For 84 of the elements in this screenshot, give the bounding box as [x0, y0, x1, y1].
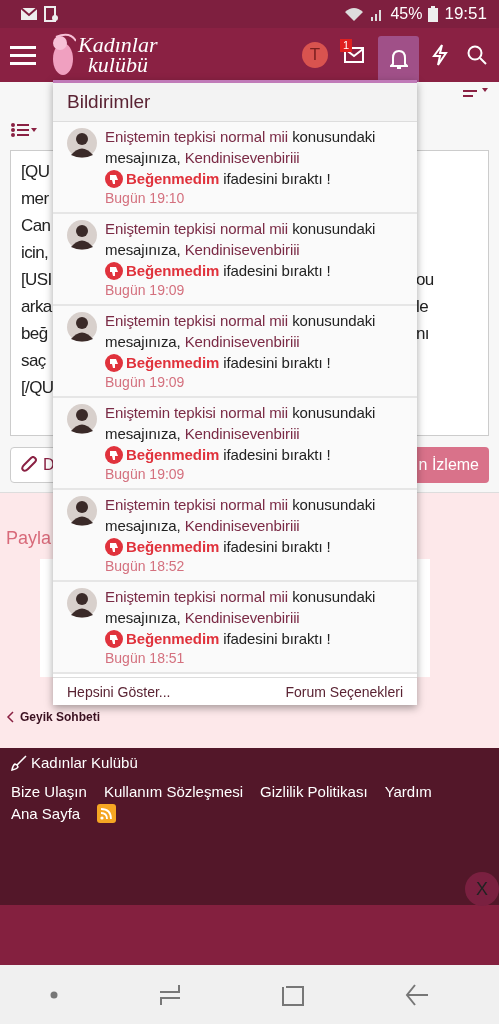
avatar-icon[interactable] [67, 128, 97, 158]
notification-text: Eniştemin tepkisi normal mii konusundaki mesajınıza, Kendinisevenbiriii Beğenmedim ifadesini bıraktı ! [105, 587, 376, 649]
thread-link[interactable]: Eniştemin tepkisi normal mii [105, 220, 289, 237]
battery-percent: 45% [390, 5, 423, 23]
recent-apps-icon[interactable] [159, 983, 182, 1006]
user-link[interactable]: Kendinisevenbiriii [184, 517, 300, 534]
thumbs-down-icon [105, 630, 123, 648]
avatar-icon[interactable] [67, 312, 97, 342]
wifi-icon [344, 6, 365, 22]
editor-text: mer [21, 188, 49, 209]
notification-text: Eniştemin tepkisi normal mii konusundaki mesajınıza, Kendinisevenbiriii Beğenmedim ifadesini bıraktı ! [105, 403, 376, 465]
user-link[interactable]: Kendinisevenbiriii [184, 609, 300, 626]
rss-button[interactable] [97, 804, 117, 823]
thumbs-down-icon [105, 354, 123, 372]
dot-icon[interactable] [50, 990, 59, 999]
menu-icon[interactable] [10, 44, 36, 66]
user-link[interactable]: Kendinisevenbiriii [184, 241, 300, 258]
notification-time: Bugün 19:09 [105, 373, 186, 392]
envelope-icon[interactable] [344, 47, 364, 63]
editor-text: ou [416, 269, 434, 290]
footer-link[interactable]: Yardım [384, 783, 432, 800]
share-heading: Payla [6, 528, 52, 549]
thread-link[interactable]: Eniştemin tepkisi normal mii [105, 128, 289, 145]
notification-time: Bugün 18:52 [105, 557, 186, 576]
user-link[interactable]: Kendinisevenbiriii [184, 333, 300, 350]
avatar-icon[interactable] [67, 404, 97, 434]
footer-link[interactable]: Gizlilik Politikası [260, 783, 368, 800]
avatar-icon[interactable] [67, 496, 97, 526]
user-link[interactable]: Kendinisevenbiriii [184, 425, 300, 442]
show-all-link[interactable]: Hepsini Göster... [67, 684, 171, 700]
thread-link[interactable]: Eniştemin tepkisi normal mii [105, 588, 289, 605]
editor-text: saç [21, 350, 46, 371]
forum-options-link[interactable]: Forum Seçenekleri [285, 684, 403, 700]
logo-figure-icon [50, 33, 76, 77]
clock: 19:51 [444, 4, 487, 24]
brush-icon [11, 754, 27, 771]
bell-icon [389, 49, 408, 69]
thumbs-down-icon [105, 446, 123, 464]
screenshot-icon [44, 6, 58, 22]
logo-text: kulübü [87, 55, 149, 75]
battery-icon [428, 6, 439, 22]
thumbs-down-icon [105, 538, 123, 556]
user-link[interactable]: Kendinisevenbiriii [184, 149, 300, 166]
editor-text: icin, [21, 242, 49, 263]
avatar-icon[interactable] [67, 220, 97, 250]
editor-text: [QU [21, 161, 50, 182]
notifications-button[interactable] [378, 36, 419, 82]
breadcrumb-link[interactable]: Geyik Sohbeti [20, 710, 101, 724]
footer-link[interactable]: Bize Ulaşın [11, 783, 87, 800]
editor-text: beğ [21, 323, 48, 344]
notification-time: Bugün 19:09 [105, 281, 186, 300]
thumbs-down-icon [105, 170, 123, 188]
notification-time: Bugün 19:10 [105, 189, 186, 208]
popup-title: Bildirimler [53, 83, 417, 122]
footer-link[interactable]: Ana Sayfa [11, 805, 81, 822]
lightning-icon[interactable] [431, 44, 449, 66]
editor-text: [USI [21, 269, 52, 290]
notification-text: Eniştemin tepkisi normal mii konusundaki mesajınıza, Kendinisevenbiriii Beğenmedim ifadesini bıraktı ! [105, 311, 376, 373]
editor-text: Can [21, 215, 51, 236]
notification-text: Eniştemin tepkisi normal mii konusundaki mesajınıza, Kendinisevenbiriii Beğenmedim ifadesini bıraktı ! [105, 219, 376, 281]
list-icon[interactable] [10, 122, 38, 138]
notification-text: Eniştemin tepkisi normal mii konusundaki mesajınıza, Kendinisevenbiriii Beğenmedim ifadesini bıraktı ! [105, 127, 376, 189]
editor-text: nı [416, 323, 429, 344]
notification-text: Eniştemin tepkisi normal mii konusundaki mesajınıza, Kendinisevenbiriii Beğenmedim ifadesini bıraktı ! [105, 495, 376, 557]
thread-link[interactable]: Eniştemin tepkisi normal mii [105, 496, 289, 513]
back-icon[interactable] [404, 983, 429, 1006]
notification-time: Bugün 19:09 [105, 465, 186, 484]
home-icon[interactable] [281, 983, 304, 1006]
search-icon[interactable] [467, 45, 487, 65]
avatar-icon[interactable] [67, 588, 97, 618]
thumbs-down-icon [105, 262, 123, 280]
unread-badge: 1 [340, 39, 353, 52]
thread-link[interactable]: Eniştemin tepkisi normal mii [105, 404, 289, 421]
editor-text: [/QU [21, 377, 54, 398]
paperclip-icon [21, 456, 39, 474]
footer-link[interactable]: Kullanım Sözleşmesi [103, 783, 244, 800]
notification-time: Bugün 18:51 [105, 649, 186, 668]
chevron-left-icon[interactable] [6, 711, 14, 723]
editor-text: arka [21, 296, 52, 317]
footer-brand[interactable]: Kadınlar Kulübü [31, 754, 138, 771]
logo-text: Kadınlar [78, 35, 158, 55]
thread-link[interactable]: Eniştemin tepkisi normal mii [105, 312, 289, 329]
editor-text: le [416, 296, 429, 317]
mail-icon [20, 7, 38, 21]
